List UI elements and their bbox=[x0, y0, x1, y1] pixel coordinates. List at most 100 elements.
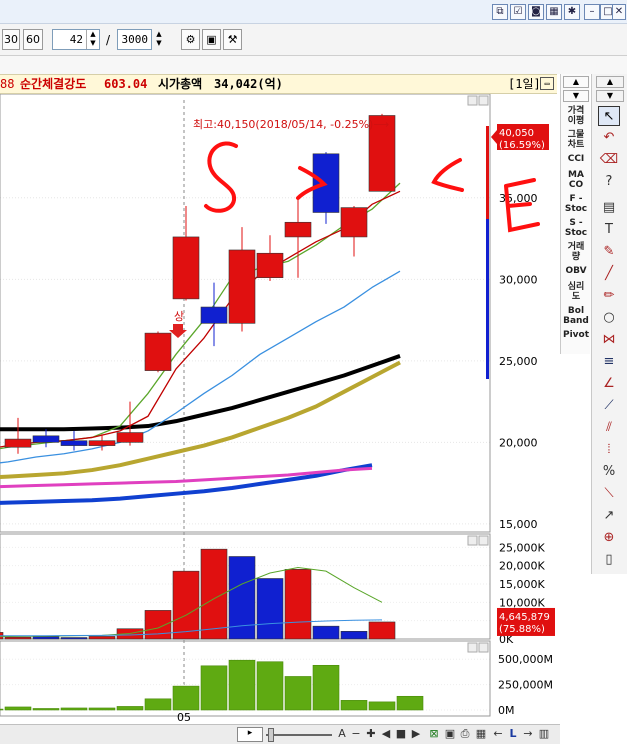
line-icon[interactable]: ╱ bbox=[598, 264, 620, 284]
pane-restore-icon[interactable] bbox=[467, 642, 478, 653]
cursor-icon[interactable]: ↖ bbox=[598, 106, 620, 126]
candle-body[interactable] bbox=[116, 432, 144, 443]
text-size-icon[interactable]: A bbox=[335, 727, 349, 741]
fan-icon[interactable]: ⟋ bbox=[598, 396, 620, 416]
volume-bar[interactable] bbox=[312, 625, 340, 640]
candle-body[interactable] bbox=[340, 207, 368, 238]
amount-bar[interactable] bbox=[88, 707, 116, 711]
total-stepper[interactable]: ▲ ▼ bbox=[153, 30, 165, 49]
indicator-item[interactable]: 가격 이평 bbox=[561, 106, 591, 126]
candle-body[interactable] bbox=[200, 306, 228, 324]
tools-down-arrow[interactable]: ▼ bbox=[596, 90, 624, 102]
pane-close-icon[interactable] bbox=[478, 642, 489, 653]
amount-bar[interactable] bbox=[60, 707, 88, 711]
period-60-button[interactable]: 60 bbox=[23, 29, 43, 50]
arrow-icon[interactable]: ↗ bbox=[598, 506, 620, 526]
layout-icon[interactable]: ▥ bbox=[537, 727, 551, 741]
indicator-item[interactable]: Bol Band bbox=[561, 306, 591, 326]
amount-bar[interactable] bbox=[32, 708, 60, 711]
disk-icon[interactable]: ▣ bbox=[443, 727, 457, 741]
pencil-icon[interactable]: ✏ bbox=[598, 286, 620, 306]
note-icon[interactable]: ▤ bbox=[598, 198, 620, 218]
pane-close-icon[interactable] bbox=[478, 535, 489, 546]
volume-bar[interactable] bbox=[4, 636, 32, 640]
amount-bar[interactable] bbox=[144, 698, 172, 711]
pattern-icon[interactable]: ⋈ bbox=[598, 330, 620, 350]
amount-bar[interactable] bbox=[228, 659, 256, 711]
candle-body[interactable] bbox=[284, 221, 312, 238]
candle-body[interactable] bbox=[88, 440, 116, 446]
amount-bar[interactable] bbox=[0, 708, 4, 711]
indicator-item[interactable]: 그물 차트 bbox=[561, 130, 591, 150]
stop-icon[interactable]: ■ bbox=[394, 727, 408, 741]
total-count-input[interactable]: 3000 bbox=[117, 29, 152, 50]
brush-icon[interactable]: ✎ bbox=[598, 242, 620, 262]
settings-icon[interactable]: ⚙ bbox=[181, 29, 200, 50]
amount-bar[interactable] bbox=[284, 676, 312, 711]
forward-arrow-icon[interactable]: → bbox=[521, 727, 535, 741]
amount-bar[interactable] bbox=[312, 664, 340, 711]
indicator-item[interactable]: F - Stoc bbox=[561, 194, 591, 214]
candle-body[interactable] bbox=[172, 236, 200, 300]
speed-line-icon[interactable]: ⟍ bbox=[598, 484, 620, 504]
rectangle-icon[interactable]: ▯ bbox=[598, 550, 620, 570]
pane-restore-icon[interactable] bbox=[467, 95, 478, 106]
save-icon[interactable]: ▣ bbox=[202, 29, 221, 50]
amount-bar[interactable] bbox=[116, 706, 144, 711]
tool-icon[interactable]: ⚒ bbox=[223, 29, 242, 50]
prev-icon[interactable]: ◀ bbox=[379, 727, 393, 741]
excel-icon[interactable]: ⊠ bbox=[427, 727, 441, 741]
count-stepper[interactable]: ▲ ▼ bbox=[86, 30, 99, 49]
indicator-item[interactable]: OBV bbox=[561, 266, 591, 276]
back-arrow-icon[interactable]: ← bbox=[491, 727, 505, 741]
indicator-item[interactable]: 심리 도 bbox=[561, 282, 591, 302]
candle-body[interactable] bbox=[312, 153, 340, 213]
volume-bar[interactable] bbox=[88, 636, 116, 640]
scroll-left-button[interactable]: ▸ bbox=[237, 727, 263, 742]
scale-icon[interactable]: L bbox=[506, 727, 520, 741]
close-icon[interactable]: ✕ bbox=[612, 4, 626, 20]
volume-bar[interactable] bbox=[284, 569, 312, 640]
indicator-item[interactable]: CCI bbox=[561, 154, 591, 164]
gear-icon[interactable]: ✱ bbox=[564, 4, 580, 20]
amount-bar[interactable] bbox=[396, 695, 424, 711]
amount-bar[interactable] bbox=[340, 700, 368, 711]
candle-body[interactable] bbox=[144, 332, 172, 371]
indicator-item[interactable]: S - Stoc bbox=[561, 218, 591, 238]
checklist-icon[interactable]: ☑ bbox=[510, 4, 526, 20]
candle-body[interactable] bbox=[60, 440, 88, 446]
indicator-item[interactable]: Pivot bbox=[561, 330, 591, 340]
volume-bar[interactable] bbox=[340, 630, 368, 640]
target-icon[interactable]: ⊕ bbox=[598, 528, 620, 548]
panel-down-arrow[interactable]: ▼ bbox=[563, 90, 589, 102]
chart-type-icon[interactable]: ▦ bbox=[474, 727, 488, 741]
grid-icon[interactable]: ▦ bbox=[546, 4, 562, 20]
help-icon[interactable]: ? bbox=[598, 172, 620, 192]
window-icon[interactable]: ▭ bbox=[540, 77, 554, 90]
stock-chart[interactable]: 최고:40,150(2018/05/14, -0.25%)⟶상 35,00030… bbox=[0, 94, 560, 724]
panel-up-arrow[interactable]: ▲ bbox=[563, 76, 589, 88]
indicator-item[interactable]: MA CO bbox=[561, 170, 591, 190]
gann-icon[interactable]: ∠ bbox=[598, 374, 620, 394]
amount-bar[interactable] bbox=[172, 685, 200, 711]
period-30-button[interactable]: 30 bbox=[2, 29, 20, 50]
zoom-slider[interactable] bbox=[266, 728, 332, 742]
volume-bar[interactable] bbox=[172, 570, 200, 640]
fibonacci-icon[interactable]: ≡ bbox=[598, 352, 620, 372]
volume-bar[interactable] bbox=[32, 636, 60, 640]
circle-icon[interactable]: ○ bbox=[598, 308, 620, 328]
print-icon[interactable]: ⎙ bbox=[458, 727, 472, 741]
amount-bar[interactable] bbox=[4, 706, 32, 711]
volume-bar[interactable] bbox=[256, 578, 284, 640]
volume-bar[interactable] bbox=[368, 621, 396, 640]
minimize-icon[interactable]: – bbox=[584, 4, 600, 20]
link-icon[interactable]: ⧉ bbox=[492, 4, 508, 20]
channel-icon[interactable]: ⫽ bbox=[598, 418, 620, 438]
cycle-icon[interactable]: ⦙ bbox=[598, 440, 620, 460]
undo-icon[interactable]: ↶ bbox=[598, 128, 620, 148]
candle-body[interactable] bbox=[256, 252, 284, 278]
candle-body[interactable] bbox=[4, 438, 32, 448]
eraser-icon[interactable]: ⌫ bbox=[598, 150, 620, 170]
amount-bar[interactable] bbox=[200, 665, 228, 711]
zoom-in-icon[interactable]: ✚ bbox=[364, 727, 378, 741]
